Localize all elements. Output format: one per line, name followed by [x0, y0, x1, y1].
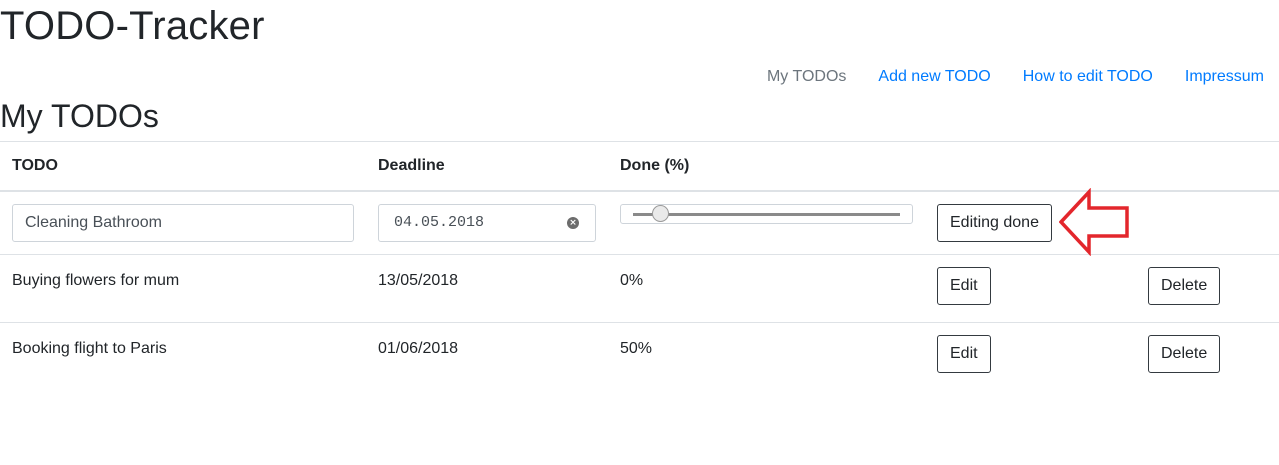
edit-button-cell: Edit: [925, 254, 1136, 323]
done-percent-slider[interactable]: [620, 204, 913, 224]
nav-item-how-to-edit[interactable]: How to edit TODO: [1007, 66, 1169, 88]
delete-button[interactable]: Delete: [1148, 335, 1221, 373]
table-row: Buying flowers for mum 13/05/2018 0% Edi…: [0, 254, 1279, 323]
header-deadline: Deadline: [366, 141, 608, 192]
app-title: TODO-Tracker: [0, 4, 265, 48]
nav-item-add-new-todo[interactable]: Add new TODO: [862, 66, 1006, 88]
header-todo: TODO: [0, 141, 366, 192]
edit-button[interactable]: Edit: [937, 335, 991, 373]
delete-button-cell: Delete: [1136, 254, 1279, 323]
deadline-date-input[interactable]: 04.05.2018 ×: [378, 204, 596, 242]
top-nav: My TODOs Add new TODO How to edit TODO I…: [751, 66, 1264, 88]
header-action-2: [1136, 141, 1279, 192]
edit-done-cell: [608, 190, 925, 255]
deadline-date-value: 04.05.2018: [394, 214, 485, 231]
deadline-cell: 01/06/2018: [366, 322, 608, 390]
clear-icon[interactable]: ×: [567, 217, 579, 229]
edit-button-cell: Edit: [925, 322, 1136, 390]
todo-cell: Buying flowers for mum: [0, 254, 366, 323]
slider-track: [633, 213, 900, 216]
todo-text-input[interactable]: Cleaning Bathroom: [12, 204, 354, 242]
delete-button[interactable]: Delete: [1148, 267, 1221, 305]
edit-empty-cell: [1136, 190, 1279, 255]
delete-button-cell: Delete: [1136, 322, 1279, 390]
deadline-cell: 13/05/2018: [366, 254, 608, 323]
todo-table: TODO Deadline Done (%) Cleaning Bathroom…: [0, 141, 1279, 390]
page-title: My TODOs: [0, 98, 159, 134]
done-cell: 0%: [608, 254, 925, 323]
edit-button[interactable]: Edit: [937, 267, 991, 305]
arrow-outline: [1059, 188, 1129, 256]
editing-done-button[interactable]: Editing done: [937, 204, 1052, 242]
nav-item-impressum[interactable]: Impressum: [1169, 66, 1264, 88]
header-done: Done (%): [608, 141, 925, 192]
table-row: Booking flight to Paris 01/06/2018 50% E…: [0, 322, 1279, 390]
slider-handle[interactable]: [651, 205, 669, 222]
header-action-1: [925, 141, 1136, 192]
edit-todo-cell: Cleaning Bathroom: [0, 190, 366, 255]
todo-cell: Booking flight to Paris: [0, 322, 366, 390]
edit-deadline-cell: 04.05.2018 ×: [366, 190, 608, 255]
nav-item-my-todos[interactable]: My TODOs: [751, 66, 862, 88]
done-cell: 50%: [608, 322, 925, 390]
left-arrow-annotation-icon: [1059, 188, 1129, 256]
table-header-row: TODO Deadline Done (%): [0, 141, 1279, 192]
